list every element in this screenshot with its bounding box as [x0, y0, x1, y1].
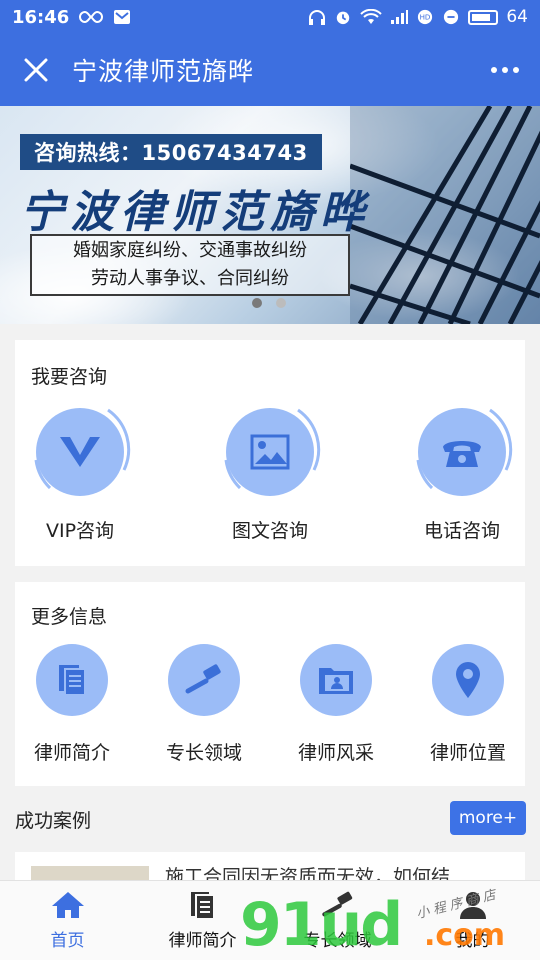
- battery-level: 64: [506, 7, 528, 27]
- folder-icon: [319, 668, 353, 694]
- carousel-dot[interactable]: [252, 298, 262, 308]
- data-saver-icon: [444, 9, 459, 25]
- page-title: 宁波律师范旖晔: [72, 57, 255, 86]
- tab-home[interactable]: 首页: [0, 881, 135, 960]
- cases-title: 成功案例: [15, 810, 92, 832]
- arc-decoration: [416, 408, 513, 490]
- status-bar: 16:46 HD 64: [0, 0, 540, 34]
- banner-line: 劳动人事争议、合同纠纷: [91, 268, 289, 289]
- tab-label: 律师简介: [168, 931, 237, 951]
- more-info-section: 更多信息 律师简介 专长领域 律师风采 律师位置: [15, 582, 525, 786]
- lawyer-gallery-label: 律师风采: [297, 742, 374, 764]
- section-title: 我要咨询: [31, 366, 108, 388]
- watermark-logo: 91ud: [240, 890, 403, 960]
- arc-decoration: [34, 408, 131, 490]
- document-icon: [190, 892, 215, 920]
- status-time: 16:46: [12, 6, 70, 28]
- signal-icon: [391, 10, 409, 24]
- more-options-button[interactable]: [470, 34, 540, 106]
- more-dot-icon: [502, 67, 508, 73]
- phone-consult-label: 电话咨询: [423, 520, 500, 542]
- image-consult-label: 图文咨询: [231, 520, 308, 542]
- mail-icon: [114, 10, 131, 24]
- phone-consult-button[interactable]: 电话咨询: [407, 408, 517, 543]
- consult-section: 我要咨询 VIP咨询 图文咨询 电话咨询: [15, 340, 525, 566]
- case-title: 施工合同因无资质而无效，如何结…: [165, 866, 470, 882]
- lawyer-location-label: 律师位置: [429, 742, 506, 764]
- more-dot-icon: [491, 67, 497, 73]
- wifi-icon: [360, 9, 383, 24]
- banner-carousel[interactable]: 咨询热线：15067434743 宁波律师范旖晔 婚姻家庭纠纷、交通事故纠纷 劳…: [0, 106, 540, 324]
- vip-consult-label: VIP咨询: [45, 520, 115, 542]
- watermark-domain: .com: [424, 918, 506, 953]
- carousel-indicator: [252, 298, 286, 308]
- carousel-dot[interactable]: [276, 298, 286, 308]
- close-button[interactable]: [0, 34, 72, 106]
- banner-line: 婚姻家庭纠纷、交通事故纠纷: [73, 240, 307, 261]
- banner-title: 宁波律师范旖晔: [20, 187, 370, 238]
- close-icon: [24, 58, 48, 82]
- lawyer-profile-label: 律师简介: [33, 742, 110, 764]
- more-cases-button[interactable]: more+: [450, 801, 526, 835]
- image-consult-button[interactable]: 图文咨询: [215, 408, 325, 543]
- case-list-item[interactable]: 施工合同因无资质而无效，如何结…: [15, 852, 525, 882]
- arc-decoration: [224, 408, 321, 490]
- headphones-icon: [309, 10, 326, 25]
- lawyer-location-button[interactable]: 律师位置: [418, 644, 518, 765]
- expertise-button[interactable]: 专长领域: [154, 644, 254, 765]
- battery-icon: [468, 9, 499, 25]
- more-dot-icon: [513, 67, 519, 73]
- building-illustration: [350, 106, 540, 324]
- expertise-label: 专长领域: [165, 742, 242, 764]
- infinity-icon: [79, 10, 104, 24]
- hd-icon: HD: [418, 9, 433, 25]
- banner-services: 婚姻家庭纠纷、交通事故纠纷 劳动人事争议、合同纠纷: [30, 234, 350, 296]
- tab-label: 首页: [50, 931, 85, 951]
- section-title: 更多信息: [31, 606, 108, 628]
- home-icon: [51, 892, 84, 918]
- alarm-icon: [337, 11, 350, 25]
- lawyer-gallery-button[interactable]: 律师风采: [286, 644, 386, 765]
- lawyer-profile-button[interactable]: 律师简介: [22, 644, 122, 765]
- banner-hotline: 咨询热线：15067434743: [20, 134, 322, 170]
- vip-consult-button[interactable]: VIP咨询: [25, 408, 135, 543]
- title-bar: 宁波律师范旖晔: [0, 34, 540, 106]
- location-pin-icon: [456, 662, 480, 698]
- svg-text:HD: HD: [420, 13, 431, 22]
- gavel-icon: [185, 664, 221, 694]
- document-icon: [59, 665, 86, 696]
